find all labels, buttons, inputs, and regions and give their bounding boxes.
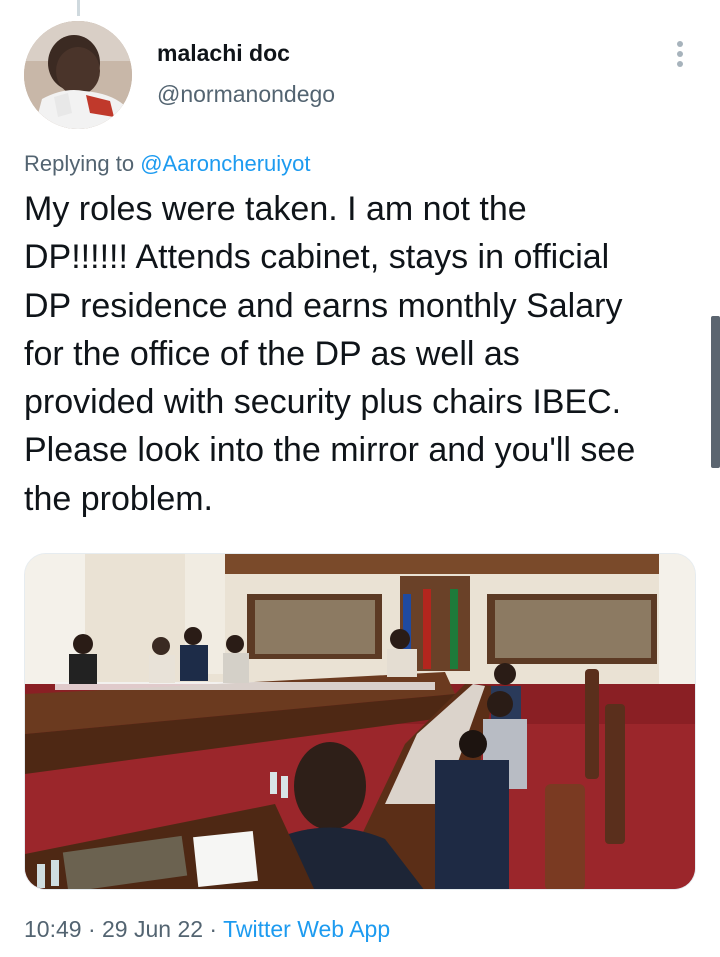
tweet-metadata: 10:49 · 29 Jun 22 · Twitter Web App	[24, 916, 390, 943]
tweet-photo[interactable]	[24, 553, 696, 890]
reply-mention-link[interactable]: @Aaroncheruiyot	[140, 151, 310, 176]
scrollbar-thumb[interactable]	[711, 316, 720, 468]
tweet-text-line: My roles were taken. I am not the	[24, 190, 527, 228]
tweet-text-line: Please look into the mirror and you'll s…	[24, 431, 636, 470]
tweet-text-line: DP!!!!!! Attends cabinet, stays in offic…	[24, 238, 610, 277]
meta-separator: ·	[203, 916, 224, 942]
replying-to-label: Replying to	[24, 151, 141, 176]
tweet-source-link[interactable]: Twitter Web App	[223, 916, 390, 942]
tweet-text-line: the problem.	[24, 479, 213, 518]
tweet-date[interactable]: 29 Jun 22	[102, 916, 203, 942]
avatar[interactable]	[24, 21, 132, 129]
tweet-text-line: DP residence and earns monthly Salary	[24, 286, 623, 325]
tweet-text: My roles were taken. I am not the DP!!!!…	[24, 185, 708, 523]
more-options-button[interactable]	[664, 34, 696, 74]
tweet-time[interactable]: 10:49	[24, 916, 82, 942]
author-display-name[interactable]: malachi doc	[157, 40, 290, 67]
replying-to-context: Replying to @Aaroncheruiyot	[24, 151, 311, 177]
more-vertical-icon	[677, 41, 683, 67]
tweet-text-line: for the office of the DP as well as	[24, 334, 520, 373]
tweet-text-line: provided with security plus chairs IBEC.	[24, 383, 622, 422]
meta-separator: ·	[81, 916, 103, 942]
thread-connector-line	[77, 0, 80, 16]
author-handle[interactable]: @normanondego	[157, 81, 335, 108]
